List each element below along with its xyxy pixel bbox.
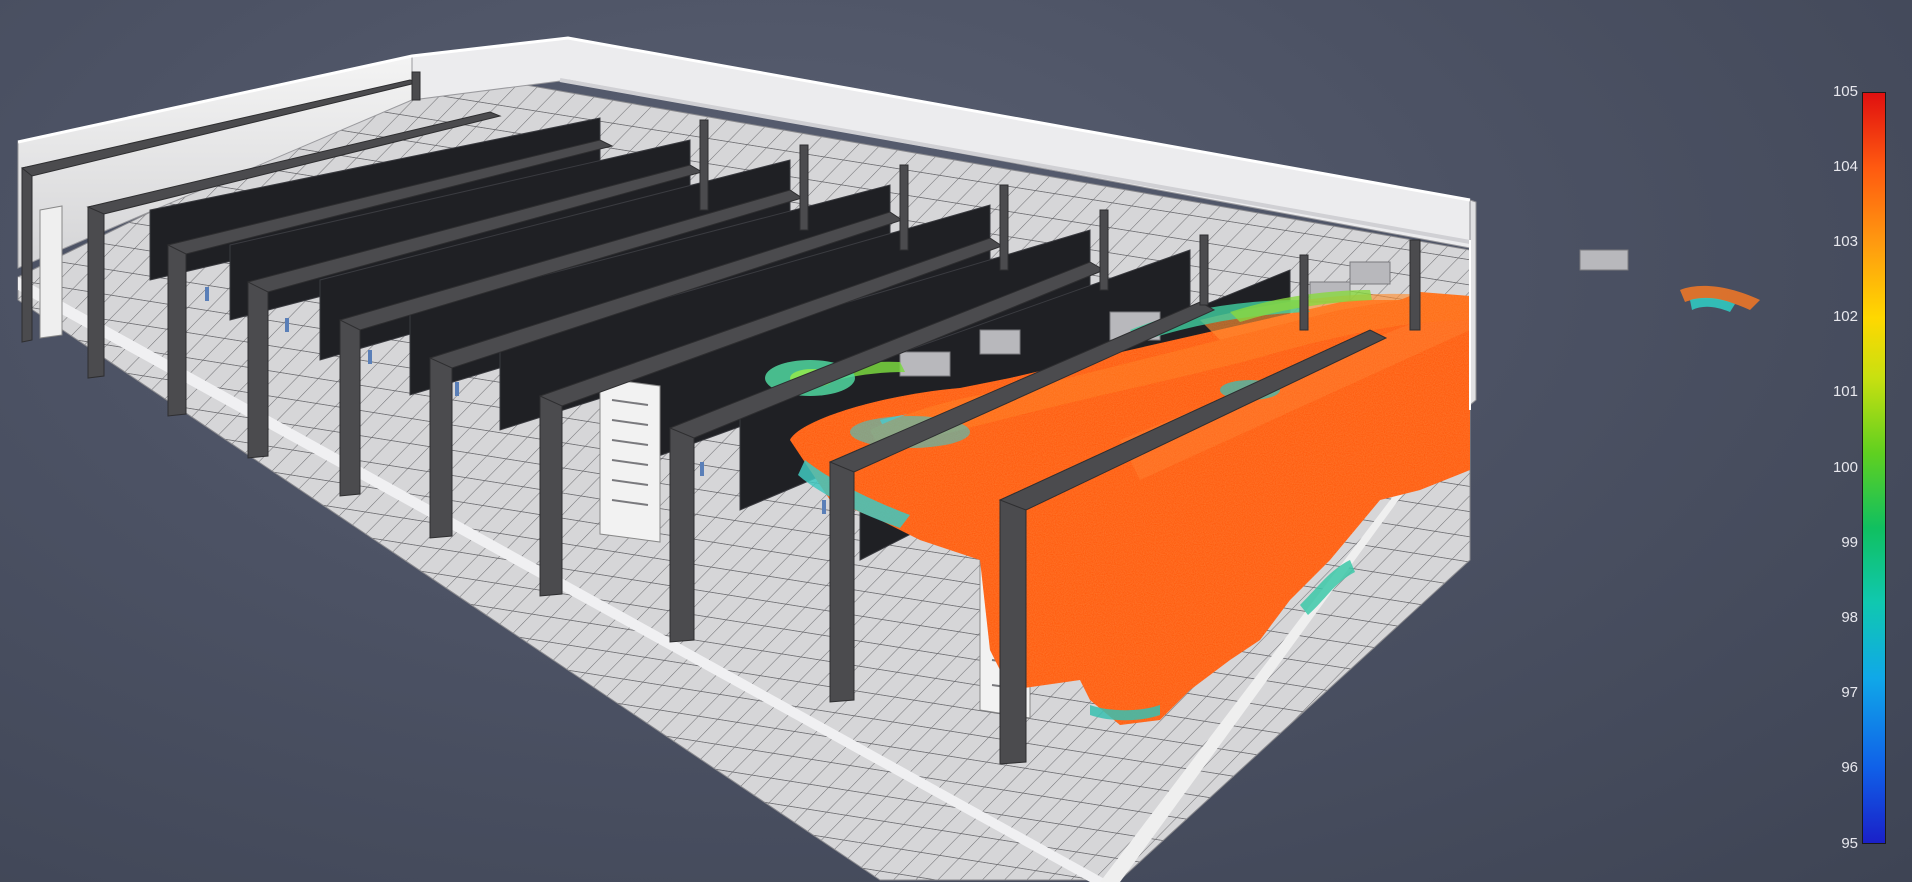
3d-viewport[interactable]: 105 104 103 102 101 100 99 98 97 96 95 xyxy=(0,0,1912,882)
legend-tick: 100 xyxy=(1832,459,1858,476)
legend-tick: 98 xyxy=(1841,609,1858,626)
data-center-model[interactable] xyxy=(0,0,1912,882)
legend-tick: 101 xyxy=(1832,383,1858,400)
legend-tick: 104 xyxy=(1832,158,1858,175)
legend-tick: 95 xyxy=(1841,835,1858,852)
legend-tick: 97 xyxy=(1841,684,1858,701)
color-scale-bar xyxy=(1862,92,1886,844)
legend-tick: 103 xyxy=(1832,233,1858,250)
legend-tick: 102 xyxy=(1832,308,1858,325)
temperature-legend: 105 104 103 102 101 100 99 98 97 96 95 xyxy=(1818,84,1912,854)
legend-tick: 99 xyxy=(1841,534,1858,551)
legend-tick: 105 xyxy=(1832,83,1858,100)
legend-tick: 96 xyxy=(1841,759,1858,776)
